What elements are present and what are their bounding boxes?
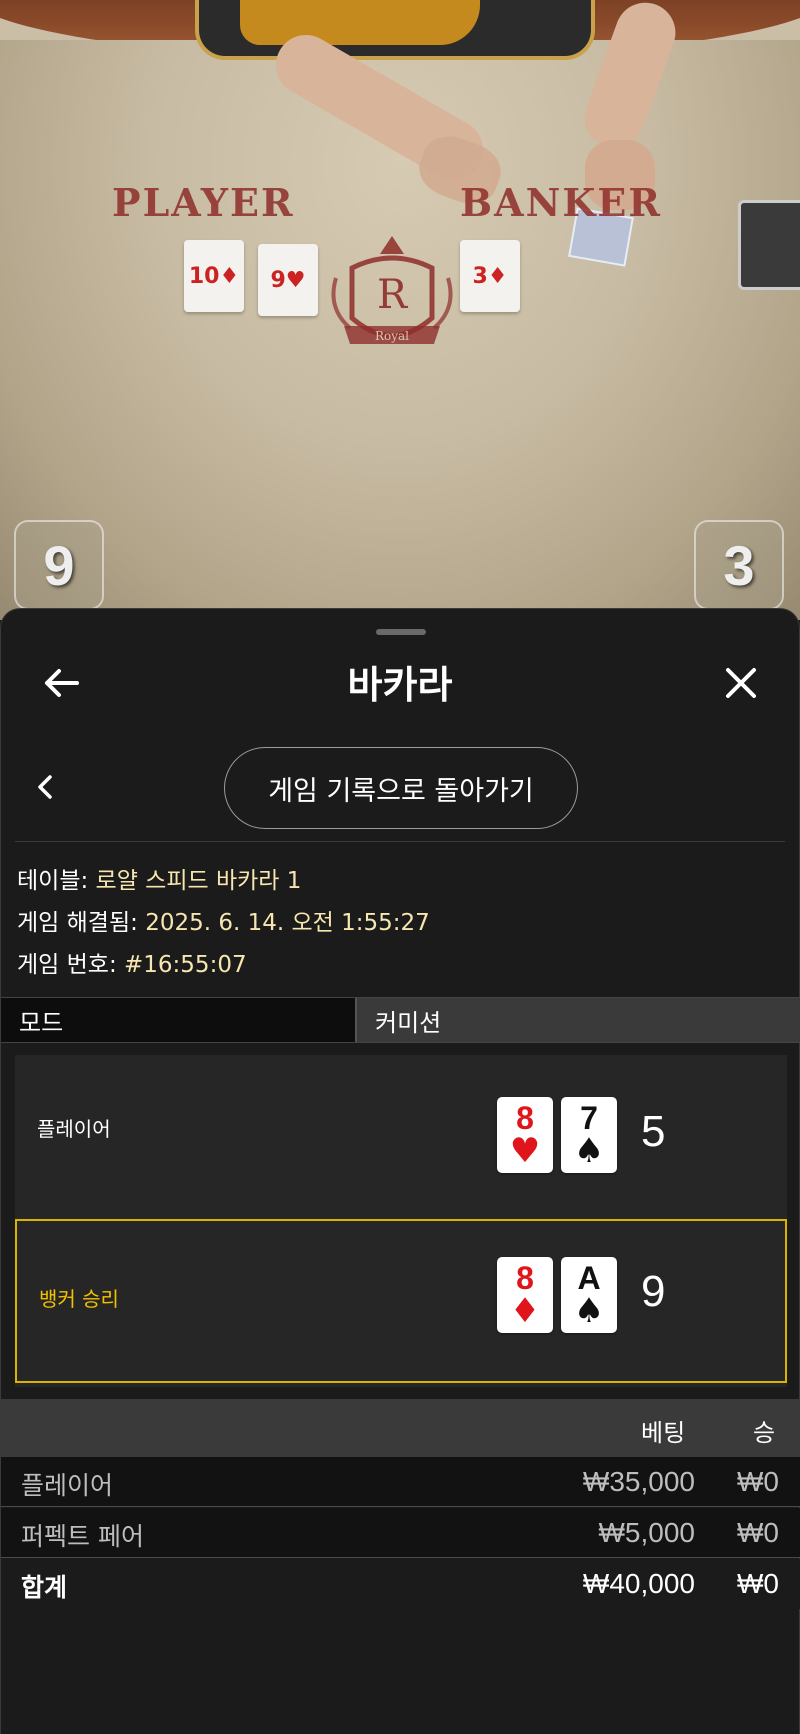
felt-card-rank: 9 — [270, 267, 286, 293]
felt-card-rank: 10 — [188, 263, 220, 289]
player-hand-score: 5 — [641, 1107, 666, 1156]
player-score-display: 9 — [14, 520, 104, 610]
felt-card-suit: ♦ — [219, 263, 240, 289]
divider — [15, 841, 785, 842]
card-rank: 8 — [516, 1100, 534, 1136]
spade-icon: ♠ — [573, 1131, 605, 1171]
felt-card-1: 10 ♦ — [184, 240, 244, 312]
outcome-row-banker: 뱅커 승리 8 ♦ A ♠ 9 — [15, 1219, 787, 1383]
felt-card-suit: ♥ — [285, 267, 306, 293]
meta-game-number: 게임 번호: #16:55:07 — [17, 945, 247, 979]
sheet-title: 바카라 — [347, 663, 453, 707]
card-rank: 8 — [516, 1260, 534, 1296]
outcome-label-player: 플레이어 — [37, 1117, 111, 1141]
banker-hand: 8 ♦ A ♠ — [497, 1257, 617, 1333]
history-back-chevron[interactable] — [25, 767, 65, 807]
meta-table: 테이블: 로얄 스피드 바카라 1 — [17, 861, 301, 895]
playing-card: 8 ♥ — [497, 1097, 553, 1173]
felt-label-player: PLAYER — [112, 180, 295, 225]
mode-tabs: 모드 커미션 — [1, 997, 800, 1043]
bet-amount: ₩5,000 — [598, 1517, 696, 1548]
sheet-drag-handle[interactable] — [376, 629, 426, 635]
win-amount: ₩0 — [737, 1466, 779, 1497]
felt-card-rank: 3 — [472, 263, 488, 289]
spade-icon: ♠ — [573, 1291, 605, 1331]
bet-name: 퍼펙트 페어 — [21, 1522, 144, 1551]
playing-card: 7 ♠ — [561, 1097, 617, 1173]
meta-game-number-label: 게임 번호: — [17, 952, 117, 978]
royal-crest-logo: R Royal — [331, 236, 453, 344]
card-rank: A — [577, 1260, 601, 1296]
outcome-row-player: 플레이어 8 ♥ 7 ♠ 5 — [15, 1055, 787, 1219]
diamond-icon: ♦ — [509, 1291, 541, 1331]
felt-card-suit: ♦ — [487, 263, 508, 289]
banker-score-display: 3 — [694, 520, 784, 610]
card-rank: 7 — [580, 1100, 598, 1136]
bet-row: 플레이어 ₩35,000 ₩0 — [1, 1457, 800, 1507]
playing-card: 8 ♦ — [497, 1257, 553, 1333]
crest-text: Royal — [375, 329, 409, 343]
round-outcome-panel: 플레이어 8 ♥ 7 ♠ 5 뱅커 승리 8 ♦ A ♠ 9 — [15, 1055, 787, 1387]
meta-game-number-value: #16:55:07 — [124, 952, 247, 978]
felt-card-2: 9 ♥ — [258, 244, 318, 316]
tab-mode[interactable]: 모드 — [1, 998, 357, 1042]
live-video-feed: PLAYER BANKER 10 ♦ 9 ♥ 3 ♦ R Royal 9 3 — [0, 0, 800, 620]
win-amount: ₩0 — [737, 1517, 779, 1548]
bets-table-header: 베팅 승 — [1, 1399, 800, 1457]
back-to-history-button[interactable]: 게임 기록으로 돌아가기 — [224, 747, 578, 829]
meta-resolved: 게임 해결됨: 2025. 6. 14. 오전 1:55:27 — [17, 903, 430, 937]
total-win-amount: ₩0 — [737, 1568, 779, 1599]
playing-card: A ♠ — [561, 1257, 617, 1333]
dealer-shirt — [240, 0, 480, 45]
felt-label-banker: BANKER — [460, 180, 662, 225]
bets-header-bet: 베팅 — [641, 1419, 686, 1447]
total-label: 합계 — [21, 1573, 68, 1602]
meta-table-value: 로얄 스피드 바카라 1 — [95, 868, 302, 894]
bet-name: 플레이어 — [21, 1471, 114, 1500]
player-hand: 8 ♥ 7 ♠ — [497, 1097, 617, 1173]
game-detail-sheet: 바카라 게임 기록으로 돌아가기 테이블: 로얄 스피드 바카라 1 게임 해결… — [0, 608, 800, 1734]
tab-commission[interactable]: 커미션 — [357, 998, 800, 1042]
close-button[interactable] — [711, 653, 771, 713]
meta-resolved-label: 게임 해결됨: — [17, 910, 138, 936]
chevron-left-icon — [38, 775, 52, 799]
banker-hand-score: 9 — [641, 1267, 666, 1316]
bets-header-win: 승 — [753, 1419, 776, 1447]
meta-resolved-value: 2025. 6. 14. 오전 1:55:27 — [145, 910, 430, 936]
close-icon — [726, 668, 756, 698]
felt-card-3: 3 ♦ — [460, 240, 520, 312]
total-bet-amount: ₩40,000 — [582, 1568, 695, 1599]
crest-letter: R — [377, 272, 409, 318]
heart-icon: ♥ — [509, 1131, 541, 1171]
bet-row: 퍼펙트 페어 ₩5,000 ₩0 — [1, 1508, 800, 1558]
outcome-label-banker-win: 뱅커 승리 — [39, 1287, 119, 1311]
bet-amount: ₩35,000 — [582, 1466, 695, 1497]
meta-table-label: 테이블: — [17, 868, 89, 894]
card-shoe — [738, 200, 800, 290]
bet-total-row: 합계 ₩40,000 ₩0 — [1, 1559, 800, 1609]
